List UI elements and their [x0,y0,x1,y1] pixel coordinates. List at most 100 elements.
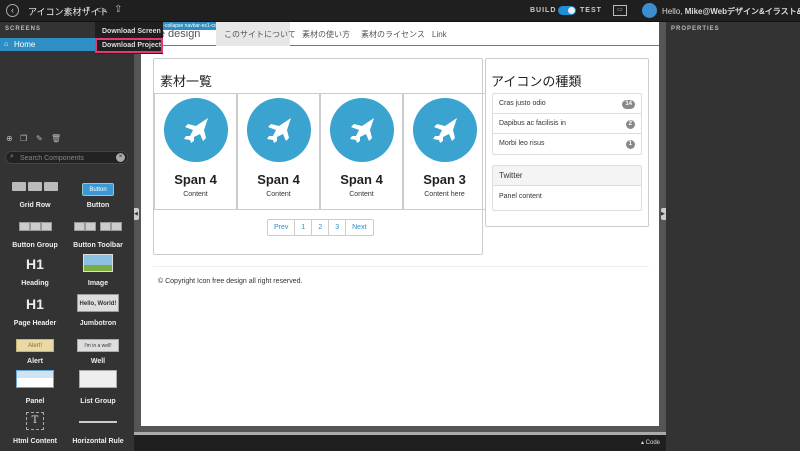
component-label: Alert [27,358,43,365]
jumbotron-thumb: Hello, World! [68,292,128,316]
pagination-page[interactable]: 2 [312,220,330,235]
list-item-text: Dapibus ac facilisis in [499,120,566,127]
component-label: Panel [25,398,45,405]
twitter-panel-heading: Twitter [493,166,641,186]
code-icon[interactable]: <> [96,5,107,15]
component-jumbotron[interactable]: Hello, World! Jumbotron [68,292,128,327]
collapse-left-icon[interactable]: ◀ [134,208,139,220]
nav-item-usage[interactable]: 素材の使い方 [302,22,350,46]
panel-thumb [5,370,65,394]
span-card[interactable]: Span 4 Content [237,93,320,210]
build-label[interactable]: BUILD [530,7,556,14]
component-label: Button Toolbar [73,242,123,249]
heading-thumb: H1 [26,256,44,272]
component-label: Page Header [13,320,57,327]
properties-label: PROPERTIES [671,26,720,32]
card-title: Span 4 [174,172,217,187]
download-project-item[interactable]: Download Project [95,38,163,53]
page-header-thumb: H1 [26,296,44,312]
copy-icon[interactable]: ❐ [20,134,27,143]
screen-tools: ⊕ ❐ ✎ 🗑 [0,132,134,146]
horizontal-rule-icon [79,421,117,423]
panel-icon [16,370,54,388]
card-title: Span 3 [423,172,466,187]
search-input[interactable] [20,153,112,163]
edit-icon[interactable]: ✎ [36,134,43,143]
user-name: Mike@Webデザイン&イラスト&漫画 [684,7,800,16]
list-group-icon [79,370,117,388]
component-label: Image [87,280,109,287]
footer-copyright: © Copyright Icon free design all right r… [158,278,303,285]
component-page-header[interactable]: H1 Page Header [5,296,65,327]
component-label: Html Content [13,438,57,445]
back-icon[interactable]: ‹ [6,4,19,17]
alert-thumb-text: Alert! [16,339,54,352]
navbar: free design navbar-collapse navbar-ex1-c… [141,22,659,46]
component-button-toolbar[interactable]: Button Toolbar [68,218,128,249]
user-greeting[interactable]: Hello, Mike@Webデザイン&イラスト&漫画 [662,6,800,17]
test-label[interactable]: TEST [580,7,602,14]
span-card[interactable]: Span 4 Content [154,93,237,210]
card-content: Content here [424,191,465,198]
count-badge: 14 [622,100,635,109]
twitter-panel: Twitter Panel content [492,165,642,211]
list-group-thumb [68,370,128,394]
span-card[interactable]: Span 4 Content [320,93,403,210]
pagination-prev[interactable]: Prev [268,220,296,235]
button-thumb-text: Button [82,183,114,196]
clear-icon[interactable]: × [116,153,125,162]
list-item-text: Morbi leo risus [499,140,545,147]
component-search[interactable]: ⌕ × [5,151,128,164]
list-item[interactable]: Dapibus ac facilisis in 2 [493,114,641,134]
component-button-group[interactable]: Button Group [5,218,65,249]
component-grid-row[interactable]: Grid Row [5,178,65,209]
span-card[interactable]: Span 3 Content here [403,93,486,210]
card-title: Span 4 [257,172,300,187]
nav-item-about[interactable]: このサイトについて [216,22,296,46]
pagination-next[interactable]: Next [346,220,372,235]
card-content: Content [266,191,291,198]
list-group: Cras justo odio 14 Dapibus ac facilisis … [492,93,642,155]
component-label: Jumbotron [79,320,117,327]
materials-panel: 素材一覧 Span 4 Content Span 4 Content Span … [153,58,486,255]
nav-item-link[interactable]: Link [432,22,447,46]
component-label: Heading [21,280,49,287]
component-well[interactable]: I'm in a well! Well [68,334,128,365]
home-icon: ⌂ [4,41,9,48]
code-toggle-button[interactable]: ▴ Code [641,439,660,446]
nav-item-license[interactable]: 素材のライセンス [361,22,425,46]
component-button[interactable]: Button Button [68,178,128,209]
build-test-toggle[interactable] [558,6,576,15]
trash-icon[interactable]: 🗑 [51,134,61,143]
count-badge: 1 [625,140,635,149]
count-badge: 2 [625,120,635,129]
pagination-page[interactable]: 3 [329,220,347,235]
rocket-icon [247,98,311,162]
component-heading[interactable]: H1 Heading [5,256,65,287]
horizontal-rule-thumb [68,410,128,434]
component-list-group[interactable]: List Group [68,370,128,405]
component-html-content[interactable]: T Html Content [5,410,65,445]
button-thumb: Button [68,178,128,198]
card-title: Span 4 [340,172,383,187]
list-item[interactable]: Cras justo odio 14 [493,94,641,114]
download-screen-item[interactable]: Download Screen [95,24,163,39]
text-icon: T [26,412,44,430]
component-panel[interactable]: Panel [5,370,65,405]
share-icon[interactable]: ⇪ [114,4,122,15]
list-item[interactable]: Morbi leo risus 1 [493,134,641,154]
screen-size-icon[interactable]: ▭ [613,5,627,16]
avatar[interactable] [642,3,657,18]
component-label: Button [86,202,110,209]
pagination-page[interactable]: 1 [295,220,313,235]
download-dropdown: Download Screen Download Project [95,22,163,54]
card-content: Content [183,191,208,198]
button-toolbar-thumb [68,218,128,238]
component-image[interactable]: Image [68,254,128,287]
add-screen-icon[interactable]: ⊕ [6,134,13,143]
component-horizontal-rule[interactable]: Horizontal Rule [68,410,128,445]
component-alert[interactable]: Alert! Alert [5,334,65,365]
card-content: Content [349,191,374,198]
chevron-down-icon[interactable]: ▾ [86,4,90,13]
top-bar: ‹ アイコン素材サイト ▾ <> ⇪ BUILD TEST ▭ Hello, M… [0,0,800,22]
